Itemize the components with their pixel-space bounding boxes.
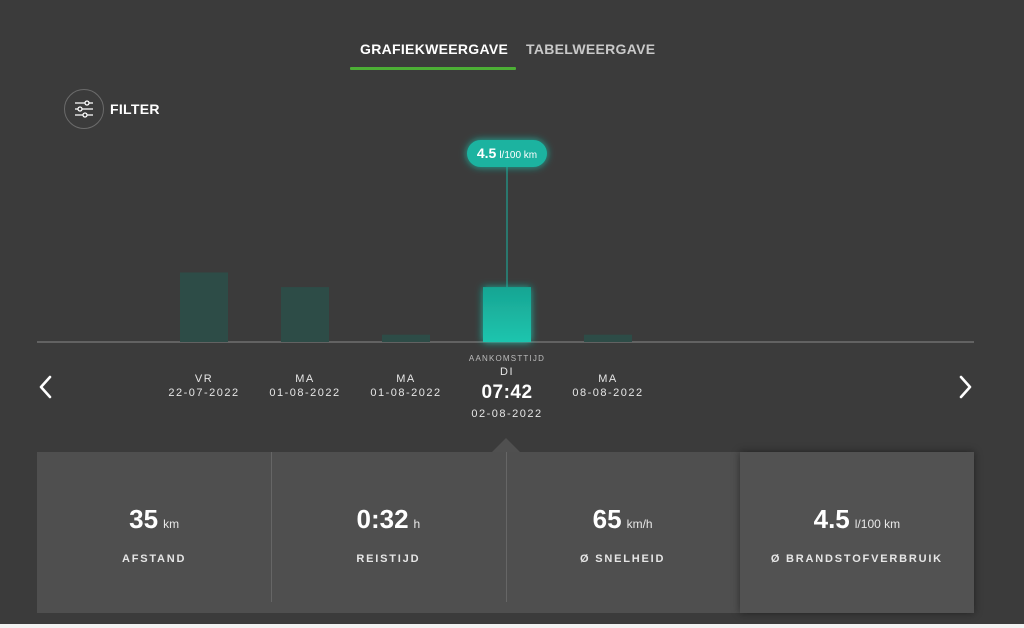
bar[interactable] — [382, 334, 430, 342]
chevron-left-icon — [39, 375, 52, 399]
tick-day: MA — [396, 373, 416, 385]
chevron-right-icon — [959, 375, 972, 399]
tick-day: DI — [500, 366, 514, 378]
stat-label: REISTIJD — [356, 553, 421, 565]
bar[interactable] — [180, 272, 228, 342]
bottom-edge — [0, 624, 1024, 628]
tick-date: 01-08-2022 — [370, 387, 441, 399]
stat-travel-time: 0:32 h REISTIJD — [271, 452, 505, 613]
fuel-consumption-chart: VR 22-07-2022 MA 01-08-2022 MA 01-08-2022 AANK… — [37, 140, 974, 420]
bar-selected[interactable] — [483, 287, 531, 342]
tick-day: VR — [195, 373, 213, 385]
arrival-time: 07:42 — [481, 382, 532, 403]
stat-value: 0:32 — [356, 504, 409, 534]
stat-value: 65 — [592, 504, 622, 534]
stat-value: 35 — [129, 504, 159, 534]
stat-label: Ø BRANDSTOFVERBRUIK — [770, 553, 943, 565]
previous-button[interactable] — [34, 372, 58, 402]
stat-unit: h — [413, 517, 421, 531]
stat-label: AFSTAND — [121, 553, 187, 565]
stat-distance: 35 km AFSTAND — [37, 452, 271, 613]
arrival-time-caption: AANKOMSTTIJD — [469, 354, 545, 363]
next-button[interactable] — [953, 372, 977, 402]
stat-average-fuel-consumption[interactable]: 4.5 l/100 km Ø BRANDSTOFVERBRUIK — [739, 452, 974, 613]
tick-date: 01-08-2022 — [269, 387, 340, 399]
tick-date: 02-08-2022 — [471, 408, 542, 420]
stat-unit: km/h — [626, 517, 653, 531]
stat-unit: km — [163, 517, 180, 531]
stat-unit: l/100 km — [854, 517, 901, 531]
bar[interactable] — [281, 287, 329, 342]
stat-label: Ø SNELHEID — [580, 553, 666, 565]
trip-stats-panel: 35 km AFSTAND 0:32 h REISTIJD 65 km/h Ø … — [37, 452, 974, 613]
tick-date: 08-08-2022 — [572, 387, 643, 399]
stat-value: 4.5 — [813, 504, 850, 534]
tick-date: 22-07-2022 — [168, 387, 239, 399]
bar[interactable] — [584, 334, 632, 342]
tick-day: MA — [295, 373, 315, 385]
tick-day: MA — [598, 373, 618, 385]
selection-pointer — [492, 438, 520, 452]
stat-average-speed: 65 km/h Ø SNELHEID — [505, 452, 740, 613]
